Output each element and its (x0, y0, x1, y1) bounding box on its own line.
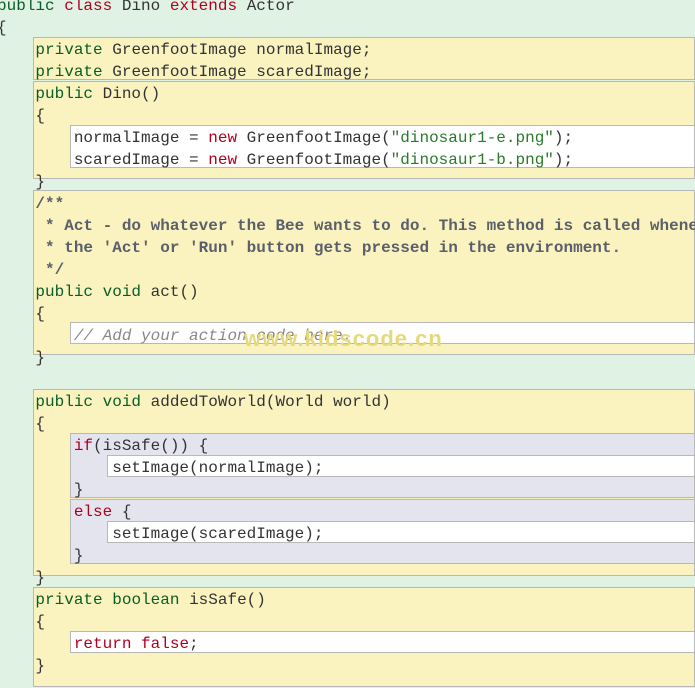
field: scaredImage; (256, 63, 371, 81)
method-sig: isSafe() (189, 591, 266, 609)
kw-private: private (35, 591, 102, 609)
superclass: Actor (247, 0, 295, 15)
brace: } (35, 569, 45, 587)
kw-void: void (103, 393, 141, 411)
call: GreenfootImage( (237, 151, 391, 169)
type: GreenfootImage (112, 41, 246, 59)
assign: scaredImage = (74, 151, 208, 169)
doc-comment: /** (35, 195, 64, 213)
cond: (isSafe()) { (93, 437, 208, 455)
doc-comment: * the 'Act' or 'Run' button gets pressed… (35, 239, 621, 257)
method-sig: addedToWorld(World world) (151, 393, 391, 411)
doc-comment: * Act - do whatever the Bee wants to do.… (35, 217, 695, 235)
call: GreenfootImage( (237, 129, 391, 147)
brace: } (74, 481, 84, 499)
close: ); (554, 129, 573, 147)
ctor: Dino() (103, 85, 161, 103)
kw-void: void (103, 283, 141, 301)
kw-new: new (208, 151, 237, 169)
literal-false: false (141, 635, 189, 653)
string-literal: "dinosaur1-e.png" (391, 129, 554, 147)
brace: } (74, 547, 84, 565)
doc-comment: */ (35, 261, 64, 279)
class-name: Dino (122, 0, 160, 15)
kw-return: return (74, 635, 132, 653)
watermark-text: www.kidscode.cn (244, 328, 443, 350)
stmt: setImage(scaredImage); (112, 525, 323, 543)
semi: ; (189, 635, 199, 653)
kw-public: public (35, 393, 93, 411)
kw-private: private (35, 63, 102, 81)
brace: { (0, 19, 7, 37)
assign: normalImage = (74, 129, 208, 147)
method-sig: act() (151, 283, 199, 301)
kw-class: class (64, 0, 112, 15)
kw-if: if (74, 437, 93, 455)
brace: } (35, 657, 45, 675)
stmt: setImage(normalImage); (112, 459, 323, 477)
kw-boolean: boolean (112, 591, 179, 609)
brace: { (35, 415, 45, 433)
brace: { (35, 107, 45, 125)
kw-public: public (35, 283, 93, 301)
field: normalImage; (256, 41, 371, 59)
brace: } (35, 173, 45, 191)
brace: { (35, 305, 45, 323)
kw-public: public (35, 85, 93, 103)
brace: { (35, 613, 45, 631)
kw-extends: extends (170, 0, 237, 15)
string-literal: "dinosaur1-b.png" (391, 151, 554, 169)
type: GreenfootImage (112, 63, 246, 81)
brace: } (35, 349, 45, 367)
kw-public: public (0, 0, 55, 15)
kw-new: new (208, 129, 237, 147)
brace: { (112, 503, 131, 521)
kw-private: private (35, 41, 102, 59)
close: ); (554, 151, 573, 169)
kw-else: else (74, 503, 112, 521)
